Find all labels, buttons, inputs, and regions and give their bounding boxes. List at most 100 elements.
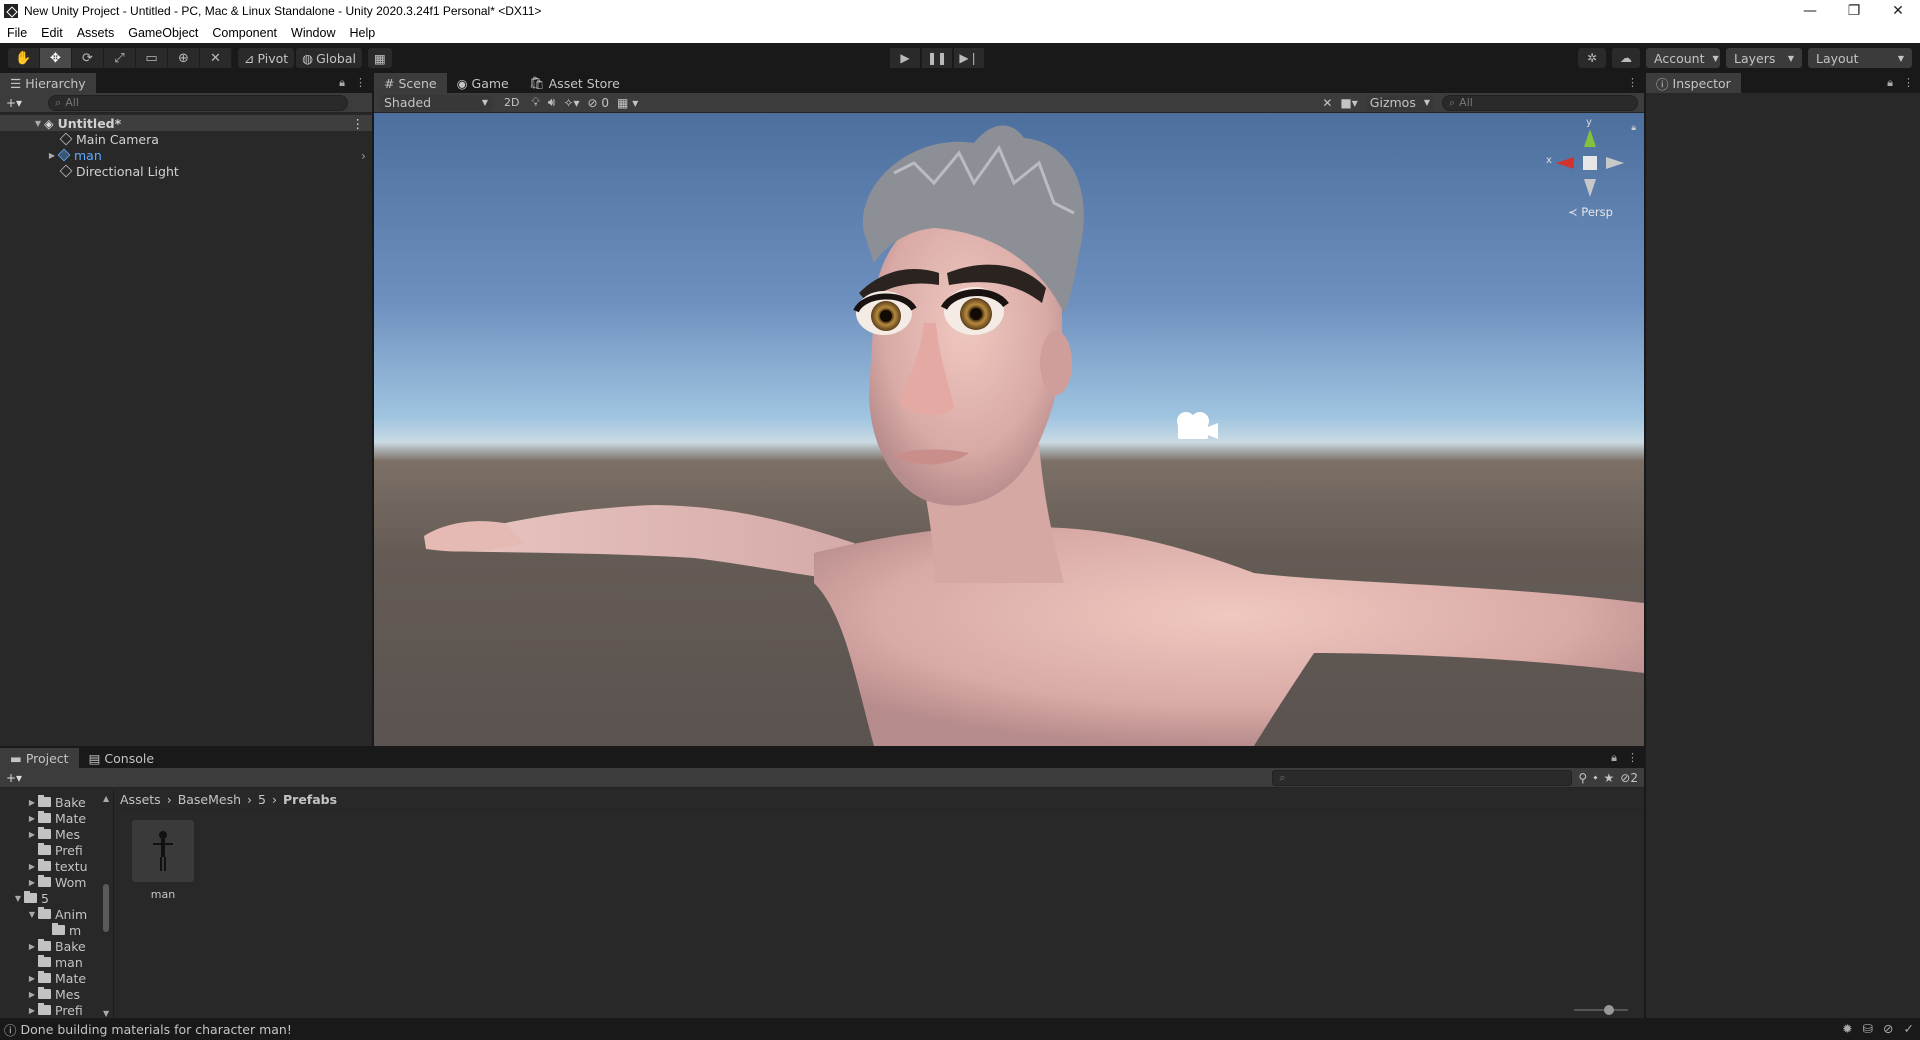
- menu-help[interactable]: Help: [342, 26, 382, 40]
- add-asset-button[interactable]: +▾: [6, 771, 22, 785]
- chevron-right-icon[interactable]: ▶: [26, 990, 38, 999]
- tab-project[interactable]: ▬ Project: [0, 748, 79, 768]
- hand-tool-icon[interactable]: ✋: [8, 48, 40, 68]
- menu-file[interactable]: File: [0, 26, 34, 40]
- cloud-icon[interactable]: ☁: [1612, 48, 1640, 68]
- chevron-down-icon[interactable]: ▼: [32, 119, 44, 128]
- more-options-icon[interactable]: ⋮: [1903, 76, 1914, 90]
- tab-asset-store[interactable]: 🛍︎ Asset Store: [519, 73, 630, 93]
- project-tree-item[interactable]: ▶ Prefi: [0, 1002, 113, 1018]
- tools-icon[interactable]: ✕: [1322, 96, 1332, 110]
- chevron-right-icon[interactable]: ▶: [46, 151, 58, 160]
- pause-button[interactable]: ❚❚: [922, 48, 952, 68]
- more-options-icon[interactable]: ⋮: [1627, 751, 1638, 765]
- account-dropdown[interactable]: Account ▼: [1646, 48, 1720, 68]
- custom-tool-icon[interactable]: ✕: [200, 48, 232, 68]
- cache-server-icon[interactable]: ⛁: [1863, 1021, 1873, 1036]
- hierarchy-search-input[interactable]: ⌕ All: [48, 94, 349, 111]
- breadcrumb-item[interactable]: BaseMesh: [178, 792, 241, 807]
- play-button[interactable]: ▶: [890, 48, 920, 68]
- breadcrumb-item[interactable]: 5: [258, 792, 266, 807]
- asset-tile[interactable]: man: [132, 820, 194, 901]
- scroll-down-icon[interactable]: ▼: [103, 1009, 109, 1018]
- filter-label-icon[interactable]: ⬩: [1593, 770, 1597, 785]
- breadcrumb-item-current[interactable]: Prefabs: [283, 792, 337, 807]
- grid-snap-button[interactable]: ▦: [367, 48, 392, 68]
- restore-button[interactable]: ❐: [1832, 0, 1876, 22]
- thumbnail-size-slider[interactable]: [1574, 1005, 1628, 1015]
- chevron-right-icon[interactable]: ▶: [26, 878, 38, 887]
- layers-dropdown[interactable]: Layers ▼: [1726, 48, 1802, 68]
- global-toggle[interactable]: ◍ Global: [296, 48, 362, 68]
- layout-dropdown[interactable]: Layout ▼: [1808, 48, 1912, 68]
- tab-scene[interactable]: # Scene: [374, 73, 447, 93]
- hidden-packages-toggle[interactable]: ⊘2: [1620, 771, 1638, 785]
- project-tree-item[interactable]: ▶ Mate: [0, 810, 113, 826]
- scene-search-input[interactable]: ⌕ All: [1442, 94, 1638, 111]
- chevron-right-icon[interactable]: ▶: [26, 798, 38, 807]
- hierarchy-item-man[interactable]: ▶ man ›: [0, 147, 372, 163]
- menu-gameobject[interactable]: GameObject: [121, 26, 205, 40]
- breadcrumb-item[interactable]: Assets: [120, 792, 161, 807]
- tab-game[interactable]: ◉ Game: [447, 73, 519, 93]
- project-tree-item[interactable]: man: [0, 954, 113, 970]
- project-tree-item[interactable]: m: [0, 922, 113, 938]
- transform-tool-icon[interactable]: ⊕: [168, 48, 200, 68]
- more-options-icon[interactable]: ⋮: [355, 76, 366, 90]
- chevron-right-icon[interactable]: ▶: [26, 830, 38, 839]
- favorite-star-icon[interactable]: ★: [1604, 771, 1615, 785]
- project-tree-item[interactable]: ▼ 5: [0, 890, 113, 906]
- chevron-right-icon[interactable]: ▶: [26, 862, 38, 871]
- move-tool-icon[interactable]: ✥: [40, 48, 72, 68]
- close-button[interactable]: ✕: [1876, 0, 1920, 22]
- gizmos-dropdown[interactable]: Gizmos ▼: [1365, 94, 1434, 111]
- more-options-icon[interactable]: ⋮: [1627, 76, 1638, 89]
- scroll-up-icon[interactable]: ▲: [103, 794, 109, 803]
- project-tree-item[interactable]: ▶ Bake: [0, 794, 113, 810]
- menu-edit[interactable]: Edit: [34, 26, 70, 40]
- slider-handle[interactable]: [1604, 1005, 1614, 1015]
- axis-gizmo-icon[interactable]: [1550, 123, 1630, 203]
- camera-gizmo-icon[interactable]: [1177, 412, 1218, 439]
- lock-icon[interactable]: 🔒︎: [1611, 751, 1617, 765]
- 2d-toggle[interactable]: 2D: [500, 96, 523, 109]
- lock-icon[interactable]: 🔒︎: [339, 76, 345, 90]
- shading-mode-dropdown[interactable]: Shaded ▼: [380, 94, 492, 111]
- project-tree-item[interactable]: ▶ textu: [0, 858, 113, 874]
- tab-hierarchy[interactable]: ☰ Hierarchy: [0, 73, 96, 93]
- projection-toggle[interactable]: ≺ Persp: [1568, 205, 1613, 219]
- chevron-right-icon[interactable]: ▶: [26, 814, 38, 823]
- audio-toggle-icon[interactable]: 🔊︎: [548, 95, 556, 110]
- camera-dropdown-icon[interactable]: ■▾: [1340, 96, 1357, 110]
- scrollbar-thumb[interactable]: [103, 884, 109, 932]
- project-search-input[interactable]: ⌕: [1272, 769, 1573, 786]
- grid-dropdown-icon[interactable]: ▦ ▾: [617, 96, 638, 110]
- project-tree-item[interactable]: ▶ Wom: [0, 874, 113, 890]
- pivot-toggle[interactable]: ⊿ Pivot: [238, 48, 295, 68]
- hierarchy-item-directional-light[interactable]: Directional Light: [0, 163, 372, 179]
- hidden-objects-toggle[interactable]: ⊘ 0: [588, 96, 610, 110]
- hierarchy-item-main-camera[interactable]: Main Camera: [0, 131, 372, 147]
- chevron-right-icon[interactable]: ▶: [26, 974, 38, 983]
- project-tree-item[interactable]: ▶ Bake: [0, 938, 113, 954]
- lighting-toggle-icon[interactable]: 💡︎: [531, 95, 539, 110]
- tree-scrollbar[interactable]: ▲ ▼: [103, 790, 111, 1018]
- menu-assets[interactable]: Assets: [70, 26, 122, 40]
- step-button[interactable]: ▶❘: [954, 48, 984, 68]
- orientation-gizmo[interactable]: y x 🔒︎ ≺ Persp: [1546, 117, 1636, 223]
- scene-viewport[interactable]: y x 🔒︎ ≺ Persp: [374, 113, 1644, 746]
- project-tree-item[interactable]: ▼ Anim: [0, 906, 113, 922]
- more-options-icon[interactable]: ⋮: [352, 116, 365, 131]
- minimize-button[interactable]: —: [1788, 0, 1832, 22]
- add-object-button[interactable]: +▾: [6, 96, 22, 110]
- menu-component[interactable]: Component: [205, 26, 284, 40]
- collab-icon[interactable]: ✲: [1578, 48, 1606, 68]
- chevron-down-icon[interactable]: ▼: [26, 910, 38, 919]
- project-tree-item[interactable]: Prefi: [0, 842, 113, 858]
- check-icon[interactable]: ✓: [1904, 1021, 1914, 1036]
- chevron-down-icon[interactable]: ▼: [12, 894, 24, 903]
- scale-tool-icon[interactable]: ⤢: [104, 48, 136, 68]
- menu-window[interactable]: Window: [284, 26, 342, 40]
- project-tree-item[interactable]: ▶ Mes: [0, 986, 113, 1002]
- chevron-right-icon[interactable]: ▶: [26, 942, 38, 951]
